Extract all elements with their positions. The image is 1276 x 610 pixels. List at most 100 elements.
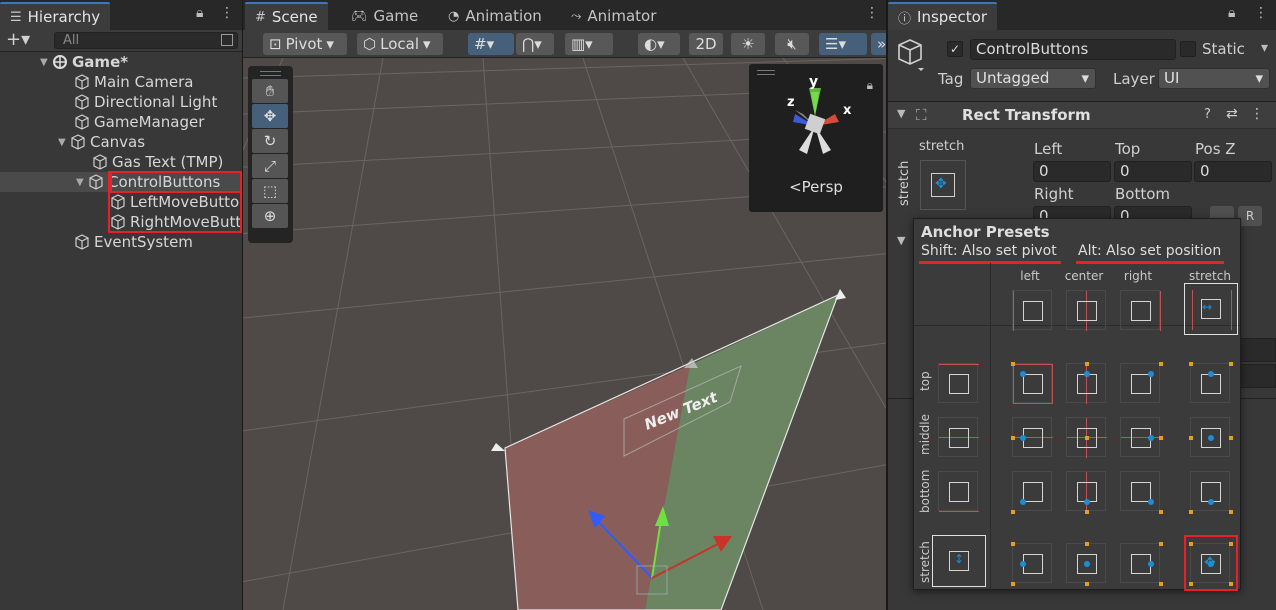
preset-top[interactable] — [938, 363, 979, 403]
tag-dropdown[interactable]: Untagged — [970, 68, 1096, 89]
tab-animator[interactable]: ⤳ Animator — [561, 2, 666, 30]
move-tool-button[interactable]: ✥ — [252, 104, 288, 128]
add-button[interactable]: +▾ — [6, 30, 30, 50]
preset-top-right[interactable] — [1120, 362, 1163, 403]
hier-item-label: Directional Light — [94, 93, 218, 111]
hier-item-eventsystem[interactable]: EventSystem — [0, 232, 242, 252]
more-menu-icon[interactable]: ⋮ — [220, 5, 234, 21]
search-type-icon[interactable] — [221, 34, 233, 46]
preset-right[interactable] — [1120, 290, 1161, 331]
preset-bottom-left[interactable] — [1011, 471, 1052, 514]
2d-toggle[interactable]: 2D — [689, 33, 723, 55]
audio-toggle[interactable]: 🔇︎ — [775, 33, 809, 55]
grid-icon: # — [255, 9, 266, 25]
gameobject-cube-icon — [71, 134, 85, 150]
fold-arrow-icon[interactable]: ▼ — [897, 234, 905, 247]
preset-top-center[interactable] — [1066, 362, 1106, 404]
animator-icon: ⤳ — [571, 8, 582, 24]
preset-bottom-center[interactable] — [1066, 471, 1106, 514]
preset-stretch-h[interactable]: ↔ — [1184, 283, 1238, 335]
fold-arrow-icon[interactable]: ▼ — [40, 57, 52, 68]
search-input[interactable]: All — [54, 32, 238, 49]
anchor-preset-button[interactable]: ✥ — [920, 160, 966, 210]
preset-middle-stretch[interactable] — [1189, 417, 1233, 457]
hier-item-game[interactable]: ▼ Game* — [0, 52, 242, 72]
active-checkbox[interactable]: ✓ — [947, 41, 963, 57]
fold-arrow-icon[interactable]: ▼ — [897, 107, 905, 120]
stretch-top-label: stretch — [919, 139, 965, 154]
object-name-field[interactable]: ControlButtons — [970, 39, 1176, 60]
preset-middle-center[interactable] — [1066, 417, 1107, 458]
grid-divider-v — [990, 263, 991, 589]
tab-hierarchy[interactable]: ☰ Hierarchy — [0, 2, 111, 30]
hidden-field[interactable] — [1238, 364, 1276, 388]
tab-game[interactable]: 🎮︎ Game — [341, 2, 428, 30]
posz-field[interactable]: 0 — [1194, 161, 1272, 182]
hier-item-gamemanager[interactable]: GameManager — [0, 112, 242, 132]
preset-top-left[interactable] — [1011, 362, 1053, 404]
increment-snap-button[interactable]: ⋂▾ — [516, 33, 554, 55]
lighting-toggle[interactable]: ☀ — [731, 33, 765, 55]
pivot-dropdown[interactable]: ⊡ Pivot ▾ — [263, 33, 347, 55]
preset-middle-right[interactable] — [1120, 417, 1163, 457]
hier-item-gas-text[interactable]: Gas Text (TMP) — [0, 152, 242, 172]
tab-inspector[interactable]: ⓘ Inspector — [888, 2, 997, 30]
ruler-button[interactable]: ▥▾ — [565, 33, 613, 55]
rect-transform-header[interactable]: ▼ ⛶ Rect Transform ? ⇄ ⋮ — [888, 101, 1276, 129]
overflow-button[interactable]: » — [871, 33, 886, 55]
hier-item-label: Main Camera — [94, 73, 194, 91]
orientation-gizmo[interactable]: 🔒︎ y x z <Persp — [749, 64, 883, 212]
gamepad-icon: 🎮︎ — [351, 8, 368, 24]
preset-bottom-stretch[interactable] — [1189, 471, 1233, 514]
hier-item-canvas[interactable]: ▼ Canvas — [0, 132, 242, 152]
component-menu-icon[interactable]: ⋮ — [1250, 106, 1264, 122]
more-menu-icon[interactable]: ⋮ — [865, 5, 879, 21]
transform-tool-button[interactable]: ⊕ — [252, 204, 288, 228]
hier-item-directional-light[interactable]: Directional Light — [0, 92, 242, 112]
static-dropdown-icon[interactable]: ▾ — [1261, 40, 1268, 56]
preset-stretch-v[interactable]: ↕ — [932, 535, 986, 587]
tab-animation[interactable]: ◔ Animation — [438, 2, 552, 30]
rect-tool-button[interactable]: ⬚ — [252, 179, 288, 203]
persp-toggle[interactable]: <Persp — [749, 178, 883, 196]
palette-handle[interactable] — [260, 71, 281, 76]
rotate-tool-button[interactable]: ↻ — [252, 129, 288, 153]
preset-top-stretch[interactable] — [1189, 362, 1233, 403]
hier-item-main-camera[interactable]: Main Camera — [0, 72, 242, 92]
preset-middle[interactable] — [938, 417, 979, 457]
preset-middle-left[interactable] — [1011, 417, 1053, 457]
static-checkbox[interactable] — [1180, 41, 1196, 57]
effects-toggle[interactable]: ☰▾ — [819, 33, 867, 55]
layer-dropdown[interactable]: UI — [1158, 68, 1270, 89]
lock-icon[interactable]: 🔒︎ — [196, 5, 203, 21]
preset-bottom[interactable] — [938, 471, 979, 512]
hand-tool-button[interactable]: ✋︎ — [252, 79, 288, 103]
preset-bottom-right[interactable] — [1120, 471, 1163, 514]
col-right-label: right — [1123, 269, 1153, 283]
presets-icon[interactable]: ⇄ — [1226, 106, 1238, 122]
local-dropdown[interactable]: ⬡ Local ▾ — [357, 33, 443, 55]
hier-item-label: GameManager — [94, 113, 205, 131]
scale-tool-button[interactable]: ⤢ — [252, 154, 288, 178]
grid-snap-button[interactable]: #▾ — [468, 33, 514, 55]
preset-stretch-center[interactable] — [1066, 542, 1106, 586]
preset-left[interactable] — [1012, 290, 1052, 331]
gizmo-handle[interactable] — [757, 70, 775, 75]
hidden-field[interactable] — [1238, 338, 1276, 362]
more-menu-icon[interactable]: ⋮ — [1254, 5, 1268, 21]
rect-transform-icon: ⛶ — [916, 106, 927, 124]
col-left-label: left — [1020, 269, 1040, 283]
preset-stretch-right[interactable] — [1120, 542, 1163, 586]
top-field[interactable]: 0 — [1114, 161, 1192, 182]
preset-center[interactable] — [1066, 290, 1106, 331]
left-field[interactable]: 0 — [1033, 161, 1111, 182]
raw-edit-button[interactable]: R — [1238, 206, 1262, 226]
lock-icon[interactable]: 🔒︎ — [1228, 5, 1235, 21]
tab-scene[interactable]: # Scene — [245, 2, 328, 30]
lock-icon[interactable]: 🔒︎ — [867, 78, 873, 93]
help-icon[interactable]: ? — [1204, 107, 1211, 122]
fold-arrow-icon[interactable]: ▼ — [58, 137, 70, 148]
fold-arrow-icon[interactable]: ▼ — [76, 177, 88, 188]
preset-stretch-left[interactable] — [1011, 542, 1052, 586]
draw-mode-button[interactable]: ◐▾ — [638, 33, 680, 55]
